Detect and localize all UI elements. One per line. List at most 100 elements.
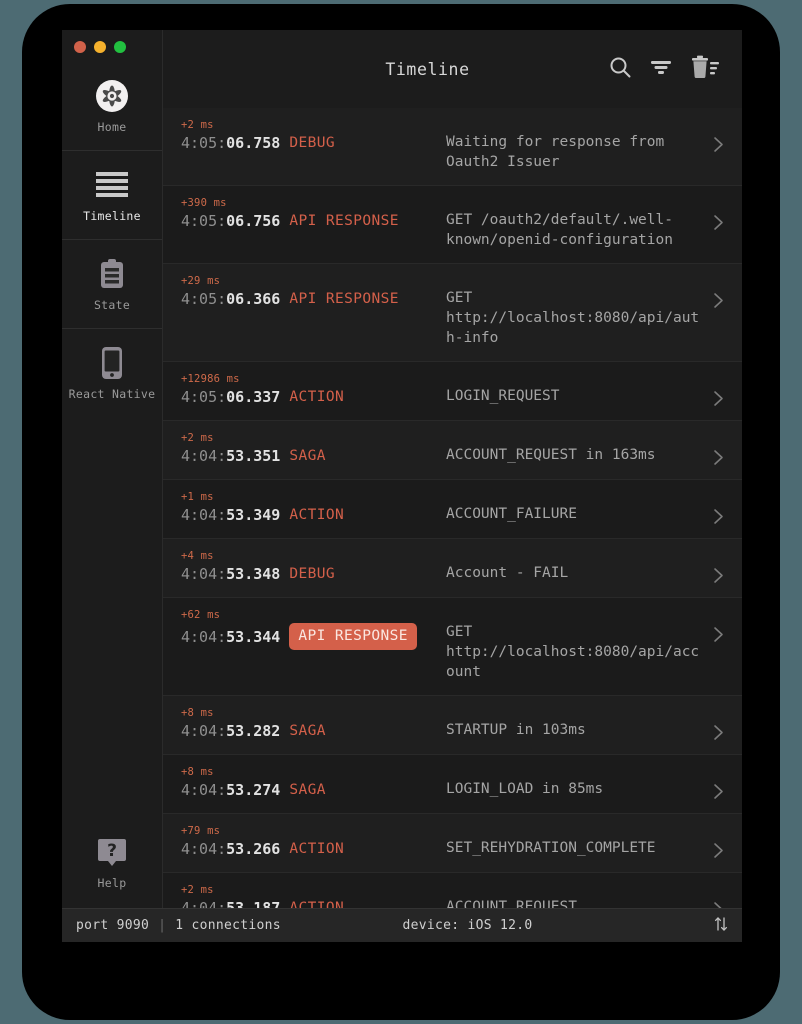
- row-meta: +29 ms 4:05:06.366 API RESPONSE: [181, 275, 446, 309]
- row-timestamp: 4:04:53.282: [181, 721, 280, 741]
- row-timestamp-hours: 4:04:: [181, 840, 227, 858]
- row-timestamp-seconds: 06.337: [226, 388, 281, 406]
- trash-icon: [690, 55, 720, 83]
- close-button[interactable]: [74, 41, 86, 53]
- row-delta: +2 ms: [181, 884, 214, 896]
- row-delta: +2 ms: [181, 432, 214, 444]
- status-device: device: iOS 12.0: [402, 918, 533, 933]
- row-stamp-line: 4:04:53.351 SAGA: [181, 446, 446, 466]
- filter-icon: [649, 55, 673, 83]
- row-delta: +8 ms: [181, 707, 214, 719]
- row-message: ACCOUNT_REQUEST in 163ms: [446, 447, 656, 463]
- sidebar-nav: Home Timeline State React Native: [62, 62, 162, 418]
- row-meta: +79 ms 4:04:53.266 ACTION: [181, 825, 446, 859]
- row-stamp-line: 4:05:06.756 API RESPONSE: [181, 211, 446, 231]
- chevron-right-icon[interactable]: [708, 609, 728, 643]
- chevron-right-icon[interactable]: [708, 373, 728, 407]
- chevron-right-icon[interactable]: [708, 550, 728, 584]
- row-message: ACCOUNT_FAILURE: [446, 506, 577, 522]
- table-row[interactable]: +2 ms 4:04:53.187 ACTION ACCOUNT_REQUEST: [163, 873, 742, 908]
- sidebar-item-help[interactable]: ? Help: [62, 836, 162, 890]
- row-message: GET http://localhost:8080/api/account: [446, 624, 700, 680]
- chevron-right-icon[interactable]: [708, 432, 728, 466]
- row-timestamp-hours: 4:05:: [181, 212, 227, 230]
- chevron-right-icon[interactable]: [708, 119, 728, 153]
- row-timestamp-seconds: 53.266: [226, 840, 281, 858]
- row-timestamp-hours: 4:04:: [181, 506, 227, 524]
- sidebar-item-home[interactable]: Home: [62, 62, 162, 151]
- sidebar-item-timeline[interactable]: Timeline: [62, 151, 162, 240]
- table-row[interactable]: +1 ms 4:04:53.349 ACTION ACCOUNT_FAILURE: [163, 480, 742, 539]
- row-message: LOGIN_REQUEST: [446, 388, 560, 404]
- row-timestamp-hours: 4:04:: [181, 447, 227, 465]
- row-meta: +62 ms 4:04:53.344 API RESPONSE: [181, 609, 446, 650]
- row-delta: +2 ms: [181, 119, 214, 131]
- row-timestamp-seconds: 53.274: [226, 781, 281, 799]
- statusbar: port 9090 | 1 connections device: iOS 12…: [62, 908, 742, 942]
- sidebar-item-label: State: [93, 297, 131, 312]
- window-traffic-lights: [62, 30, 162, 62]
- row-timestamp: 4:04:53.349: [181, 505, 280, 525]
- sort-arrows-icon[interactable]: [714, 916, 728, 936]
- timeline-log-list[interactable]: +2 ms 4:05:06.758 DEBUG Waiting for respons…: [163, 108, 742, 908]
- row-type-badge: ACTION: [289, 507, 345, 523]
- row-stamp-line: 4:04:53.274 SAGA: [181, 780, 446, 800]
- table-row[interactable]: +390 ms 4:05:06.756 API RESPONSE GET /oauth…: [163, 186, 742, 264]
- chevron-right-icon[interactable]: [708, 197, 728, 231]
- row-timestamp-hours: 4:05:: [181, 134, 227, 152]
- mobile-phone-icon: [100, 346, 124, 380]
- row-delta: +4 ms: [181, 550, 214, 562]
- status-connections: 1 connections: [175, 918, 281, 933]
- table-row[interactable]: +8 ms 4:04:53.282 SAGA STARTUP in 103ms: [163, 696, 742, 755]
- row-type-badge: API RESPONSE: [289, 213, 399, 229]
- row-timestamp-seconds: 06.366: [226, 290, 281, 308]
- chevron-right-icon[interactable]: [708, 766, 728, 800]
- zoom-button[interactable]: [114, 41, 126, 53]
- row-delta: +79 ms: [181, 825, 221, 837]
- sidebar-item-state[interactable]: State: [62, 240, 162, 329]
- table-row[interactable]: +2 ms 4:05:06.758 DEBUG Waiting for respons…: [163, 108, 742, 186]
- row-timestamp-hours: 4:04:: [181, 722, 227, 740]
- sidebar-item-react-native[interactable]: React Native: [62, 329, 162, 418]
- table-row[interactable]: +29 ms 4:05:06.366 API RESPONSE GET http://…: [163, 264, 742, 362]
- table-row[interactable]: +79 ms 4:04:53.266 ACTION SET_REHYDRATION_C…: [163, 814, 742, 873]
- row-stamp-line: 4:04:53.187 ACTION: [181, 898, 446, 908]
- table-row[interactable]: +12986 ms 4:05:06.337 ACTION LOGIN_REQUEST: [163, 362, 742, 421]
- row-message: GET http://localhost:8080/api/auth-info: [446, 290, 700, 346]
- table-row[interactable]: +62 ms 4:04:53.344 API RESPONSE GET http://…: [163, 598, 742, 696]
- row-timestamp-seconds: 06.756: [226, 212, 281, 230]
- row-meta: +1 ms 4:04:53.349 ACTION: [181, 491, 446, 525]
- row-timestamp: 4:05:06.758: [181, 133, 280, 153]
- filter-button[interactable]: [649, 55, 673, 83]
- row-timestamp-seconds: 53.282: [226, 722, 281, 740]
- row-type-badge: SAGA: [289, 448, 326, 464]
- row-timestamp-seconds: 53.348: [226, 565, 281, 583]
- row-meta: +8 ms 4:04:53.282 SAGA: [181, 707, 446, 741]
- row-message: STARTUP in 103ms: [446, 722, 586, 738]
- chevron-right-icon[interactable]: [708, 275, 728, 309]
- row-delta: +8 ms: [181, 766, 214, 778]
- row-timestamp: 4:04:53.187: [181, 898, 280, 908]
- row-message: SET_REHYDRATION_COMPLETE: [446, 840, 656, 856]
- chevron-right-icon[interactable]: [708, 884, 728, 908]
- status-separator: |: [158, 918, 167, 933]
- table-row[interactable]: +8 ms 4:04:53.274 SAGA LOGIN_LOAD in 85ms: [163, 755, 742, 814]
- titlebar: Timeline: [163, 30, 742, 108]
- clear-button[interactable]: [690, 55, 720, 83]
- chevron-right-icon[interactable]: [708, 825, 728, 859]
- chevron-right-icon[interactable]: [708, 707, 728, 741]
- sidebar: Home Timeline State React Native ? Help: [62, 30, 163, 908]
- row-timestamp: 4:05:06.756: [181, 211, 280, 231]
- table-row[interactable]: +4 ms 4:04:53.348 DEBUG Account - FAIL: [163, 539, 742, 598]
- minimize-button[interactable]: [94, 41, 106, 53]
- row-stamp-line: 4:04:53.344 API RESPONSE: [181, 623, 446, 650]
- table-row[interactable]: +2 ms 4:04:53.351 SAGA ACCOUNT_REQUEST in 1…: [163, 421, 742, 480]
- row-type-badge: DEBUG: [289, 135, 335, 151]
- row-type-badge: ACTION: [289, 900, 345, 908]
- row-message: Account - FAIL: [446, 565, 569, 581]
- row-timestamp: 4:04:53.274: [181, 780, 280, 800]
- chevron-right-icon[interactable]: [708, 491, 728, 525]
- status-port: port 9090: [76, 918, 150, 933]
- clipboard-icon: [98, 257, 126, 291]
- search-button[interactable]: [608, 55, 632, 83]
